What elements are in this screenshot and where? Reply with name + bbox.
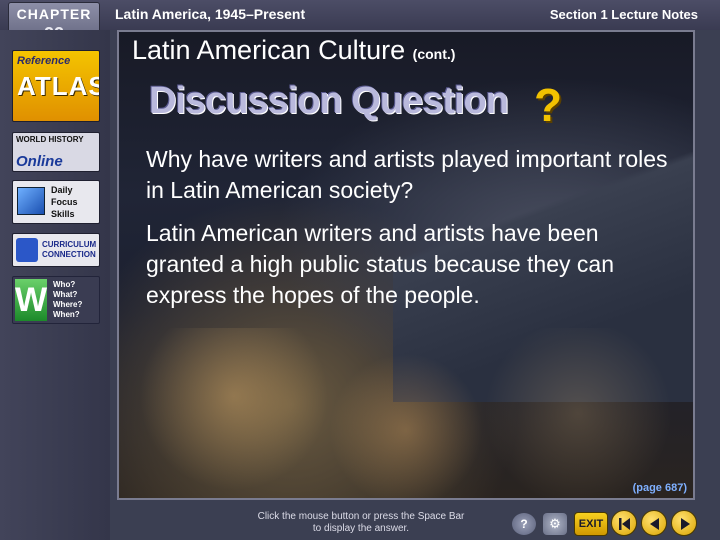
previous-slide-button[interactable]	[641, 510, 667, 536]
world-history-online-button[interactable]: WORLD HISTORY Online	[12, 132, 100, 172]
answer-text: Latin American writers and artists have …	[146, 220, 614, 308]
reference-atlas-button[interactable]: Reference ATLAS	[12, 50, 100, 122]
tools-button[interactable]: ⚙	[543, 510, 571, 538]
discussion-question-heading: Discussion Question	[149, 80, 509, 122]
cube-icon	[17, 187, 45, 215]
sidebar: Reference ATLAS WORLD HISTORY Online Dai…	[0, 30, 110, 540]
w-icon: W	[15, 279, 48, 321]
first-slide-button[interactable]	[611, 510, 637, 536]
badge-icon	[16, 238, 38, 262]
slide-panel: Latin American Culture (cont.) Discussio…	[117, 30, 695, 500]
reference-label: Reference	[17, 55, 71, 67]
world-history-label: WORLD HISTORY	[16, 135, 84, 144]
daily-focus-skills-button[interactable]: Daily Focus Skills	[12, 180, 100, 224]
chapter-label: CHAPTER	[16, 6, 92, 22]
background-city-lights	[119, 328, 693, 498]
previous-slide-icon	[650, 518, 659, 530]
book-title: Latin America, 1945–Present	[115, 6, 306, 22]
instructions-text: Click the mouse button or press the Spac…	[257, 511, 465, 534]
first-slide-icon	[619, 518, 630, 530]
online-label: Online	[16, 153, 63, 170]
slide-title: Latin American Culture (cont.)	[132, 35, 455, 66]
top-bar: Latin America, 1945–Present Section 1 Le…	[0, 0, 720, 30]
help-icon: ?	[512, 513, 536, 535]
tools-icon: ⚙	[543, 513, 567, 535]
daily-focus-skills-label: Daily Focus Skills	[51, 185, 78, 219]
atlas-label: ATLAS	[17, 71, 100, 101]
page-reference[interactable]: (page 687)	[633, 482, 687, 494]
section-title: Section 1 Lecture Notes	[549, 7, 698, 22]
next-slide-button[interactable]	[671, 510, 697, 536]
curriculum-connection-label: CURRICULUM CONNECTION	[42, 240, 97, 259]
question-text: Why have writers and artists played impo…	[146, 146, 668, 203]
help-button[interactable]: ?	[512, 510, 540, 538]
slide-title-text: Latin American Culture	[132, 35, 406, 65]
curriculum-connection-button[interactable]: CURRICULUM CONNECTION	[12, 233, 100, 267]
next-slide-icon	[681, 518, 690, 530]
who-what-where-when-button[interactable]: W Who? What? Where? When?	[12, 276, 100, 324]
who-what-where-when-label: Who? What? Where? When?	[53, 280, 83, 319]
slide-title-suffix: (cont.)	[412, 46, 456, 62]
exit-button[interactable]: EXIT	[574, 512, 608, 536]
question-mark-icon: ?	[534, 79, 563, 131]
